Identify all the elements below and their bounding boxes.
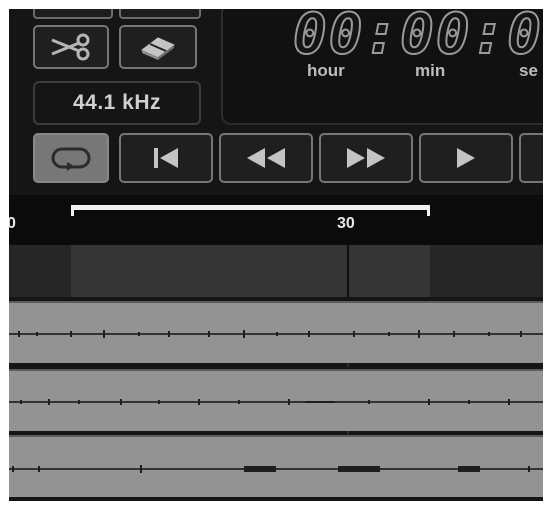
hour-label: hour xyxy=(307,61,345,80)
erase-button[interactable] xyxy=(119,25,197,69)
cutoff-top-button-left[interactable] xyxy=(33,9,113,19)
timeline-overview[interactable] xyxy=(9,245,543,297)
rewind-icon xyxy=(247,148,285,168)
sample-rate-value: 44.1 kHz xyxy=(72,91,162,114)
min-label: min xyxy=(415,61,446,80)
rewind-button[interactable] xyxy=(219,133,313,183)
waveform xyxy=(9,465,543,473)
sample-rate-display[interactable]: 44.1 kHz xyxy=(33,81,201,125)
fast-forward-icon xyxy=(347,148,385,168)
playhead xyxy=(347,245,349,297)
audio-editor: 44.1 kHz 00:00:00 hour min se xyxy=(9,9,543,501)
waveform xyxy=(9,399,543,405)
timeline-ruler[interactable]: 0 30 xyxy=(9,195,543,245)
cutoff-transport-button[interactable] xyxy=(519,133,543,183)
audio-track-3[interactable] xyxy=(9,435,543,497)
skip-to-start-icon xyxy=(154,148,178,168)
skip-to-start-button[interactable] xyxy=(119,133,213,183)
cut-button[interactable] xyxy=(33,25,109,69)
playhead-gap xyxy=(347,363,349,367)
play-button[interactable] xyxy=(419,133,513,183)
fast-forward-button[interactable] xyxy=(319,133,413,183)
loop-icon xyxy=(51,147,91,171)
audio-track-1[interactable] xyxy=(9,301,543,363)
waveform xyxy=(9,330,543,338)
time-digits: 00:00:00 xyxy=(292,9,543,67)
sec-label: se xyxy=(519,61,538,80)
tick-label-30: 30 xyxy=(337,215,355,232)
cutoff-top-button-right[interactable] xyxy=(119,9,201,19)
time-display: 00:00:00 hour min se xyxy=(221,9,543,125)
overview-selection xyxy=(71,245,430,297)
loop-button[interactable] xyxy=(33,133,109,183)
play-icon xyxy=(457,148,475,168)
tick-label-0: 0 xyxy=(9,215,16,232)
selection-range-bar[interactable] xyxy=(71,205,430,216)
eraser-icon xyxy=(141,37,175,60)
audio-track-2[interactable] xyxy=(9,369,543,431)
scissors-icon xyxy=(51,33,90,61)
